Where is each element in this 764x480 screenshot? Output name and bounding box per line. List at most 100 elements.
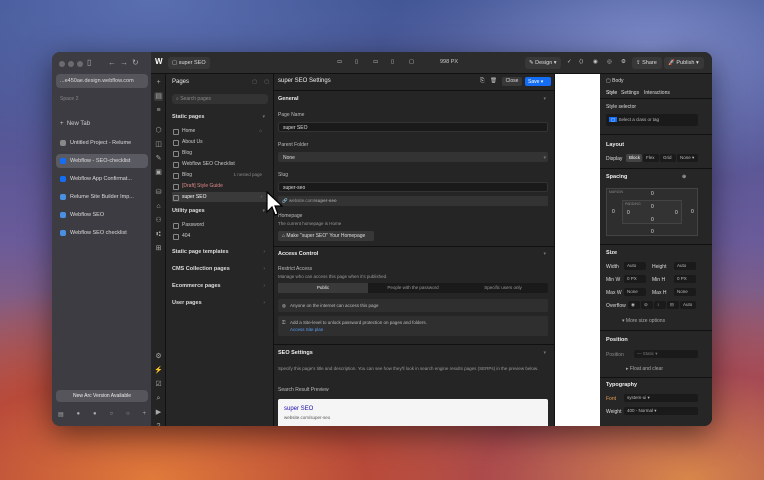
tab-style[interactable]: Style: [606, 90, 617, 96]
typography-header[interactable]: Typography: [606, 382, 637, 388]
padding-bottom[interactable]: 0: [651, 217, 654, 223]
padding-left[interactable]: 0: [627, 210, 630, 216]
position-select[interactable]: — Static ▾: [634, 350, 698, 358]
apps-icon[interactable]: ⊞: [154, 244, 163, 253]
check-icon[interactable]: ✓: [567, 59, 572, 65]
position-header[interactable]: Position: [606, 337, 628, 343]
overflow-clip-icon[interactable]: ⊟: [667, 301, 679, 309]
tab-item[interactable]: Untitled Project - Relume: [56, 136, 148, 150]
display-block[interactable]: Block: [626, 154, 642, 162]
mobile-portrait-breakpoint-icon[interactable]: ▯: [391, 59, 394, 65]
video-icon[interactable]: ▶: [154, 408, 163, 417]
page-item[interactable]: Blog: [172, 148, 268, 158]
section-header[interactable]: CMS Collection pages: [172, 266, 230, 272]
padding-top[interactable]: 0: [651, 204, 654, 210]
page-item-selected[interactable]: super SEO ›: [172, 192, 268, 202]
min-width-input[interactable]: 0 PX: [624, 275, 646, 283]
add-spacing-icon[interactable]: ⊕: [682, 174, 686, 180]
publish-button[interactable]: 🚀 Publish ▾: [664, 57, 704, 69]
margin-right[interactable]: 0: [691, 209, 694, 215]
margin-top[interactable]: 0: [651, 191, 654, 197]
tab-interactions[interactable]: Interactions: [644, 90, 670, 96]
audit-icon[interactable]: ⚡: [154, 366, 163, 375]
layout-header[interactable]: Layout: [606, 142, 624, 148]
max-height-input[interactable]: None: [674, 288, 696, 296]
pages-icon[interactable]: ▤: [154, 92, 163, 101]
float-and-clear[interactable]: ▸ Float and clear: [626, 366, 663, 372]
archive-icon[interactable]: ▤: [58, 411, 64, 418]
search-icon[interactable]: ⌕: [154, 394, 163, 403]
components-icon[interactable]: ⬡: [154, 126, 163, 135]
users-icon[interactable]: ⚇: [154, 216, 163, 225]
chevron-right-icon[interactable]: ›: [261, 194, 263, 199]
tablet-breakpoint-icon[interactable]: ▯: [355, 59, 358, 65]
overflow-hidden-icon[interactable]: ⊘: [641, 301, 653, 309]
ecommerce-icon[interactable]: ⌂: [154, 202, 163, 211]
access-option-password[interactable]: People with the password: [368, 283, 458, 293]
section-header[interactable]: Ecommerce pages: [172, 283, 221, 289]
height-input[interactable]: Auto: [674, 262, 696, 270]
chevron-down-icon[interactable]: ▾: [262, 114, 265, 120]
search-pages-input[interactable]: ⌕ Search pages: [172, 94, 268, 104]
navigator-icon[interactable]: ≡: [154, 106, 163, 115]
url-bar[interactable]: ...e450ae.design.webflow.com: [56, 74, 148, 88]
space-dot-icon[interactable]: ●: [93, 411, 97, 418]
tab-item[interactable]: Relume Site Builder Imp...: [56, 190, 148, 204]
maximize-window-button[interactable]: [77, 61, 83, 67]
page-selector[interactable]: ▢ super SEO: [168, 57, 210, 69]
reload-icon[interactable]: ↻: [132, 58, 139, 67]
tab-settings[interactable]: Settings: [621, 90, 639, 96]
general-header[interactable]: General: [278, 96, 298, 102]
webflow-logo[interactable]: W: [155, 57, 167, 69]
share-button[interactable]: ⇪ Share: [632, 57, 662, 69]
new-tab-button[interactable]: + New Tab: [60, 121, 90, 127]
style-selector-input[interactable]: ▢ Select a class or tag: [606, 114, 698, 126]
access-option-public[interactable]: Public: [278, 283, 368, 293]
section-header[interactable]: User pages: [172, 300, 202, 306]
spacing-header[interactable]: Spacing: [606, 174, 627, 180]
new-page-icon[interactable]: ▢: [264, 79, 269, 85]
variables-icon[interactable]: ◫: [154, 140, 163, 149]
seo-settings-header[interactable]: SEO Settings: [278, 350, 313, 356]
new-arc-version-button[interactable]: New Arc Version Available: [56, 390, 148, 402]
add-space-icon[interactable]: +: [142, 411, 146, 418]
page-item[interactable]: Password: [172, 220, 268, 230]
utility-pages-header[interactable]: Utility pages: [172, 208, 205, 214]
close-window-button[interactable]: [59, 61, 65, 67]
space-dot-icon[interactable]: ●: [77, 411, 81, 418]
parent-folder-select[interactable]: None: [278, 152, 548, 162]
min-height-input[interactable]: 0 PX: [674, 275, 696, 283]
custom-breakpoint-icon[interactable]: ▢: [409, 59, 414, 65]
overflow-auto[interactable]: Auto: [680, 301, 696, 309]
access-site-plan-link[interactable]: Access Site plan: [290, 327, 323, 332]
page-item[interactable]: About Us: [172, 137, 268, 147]
slug-input[interactable]: super-seo: [278, 182, 548, 192]
chevron-down-icon[interactable]: ▾: [543, 350, 546, 356]
page-item[interactable]: Webflow SEO Checklist: [172, 159, 268, 169]
settings-icon[interactable]: ⚙: [621, 59, 626, 65]
assets-icon[interactable]: ▣: [154, 168, 163, 177]
chevron-down-icon[interactable]: ▾: [543, 96, 546, 102]
display-none[interactable]: None ▾: [677, 154, 698, 162]
access-option-users[interactable]: Specific users only: [458, 283, 548, 293]
max-width-input[interactable]: None: [624, 288, 646, 296]
display-grid[interactable]: Grid: [660, 154, 676, 162]
space-dot-icon[interactable]: ○: [126, 411, 130, 418]
new-folder-icon[interactable]: ▢: [252, 79, 257, 85]
more-size-options[interactable]: ▾ More size options: [622, 318, 665, 324]
style-manager-icon[interactable]: ✎: [154, 154, 163, 163]
chevron-down-icon[interactable]: ▾: [262, 208, 265, 214]
chevron-right-icon[interactable]: ›: [263, 249, 265, 255]
padding-right[interactable]: 0: [675, 210, 678, 216]
delete-icon[interactable]: 🗑: [490, 78, 497, 84]
duplicate-icon[interactable]: ⎘: [480, 78, 484, 85]
tab-item[interactable]: Webflow App Confirmat...: [56, 172, 148, 186]
margin-left[interactable]: 0: [612, 209, 615, 215]
code-icon[interactable]: ⟨⟩: [579, 59, 583, 65]
chevron-down-icon[interactable]: ▾: [543, 251, 546, 257]
folder-item[interactable]: Blog 1 nested page: [172, 170, 268, 180]
page-item[interactable]: Home ⌂: [172, 126, 268, 136]
chevron-right-icon[interactable]: ›: [263, 266, 265, 272]
padding-box[interactable]: PADDING 0 0 0 0: [622, 200, 682, 224]
page-name-input[interactable]: super SEO: [278, 122, 548, 132]
